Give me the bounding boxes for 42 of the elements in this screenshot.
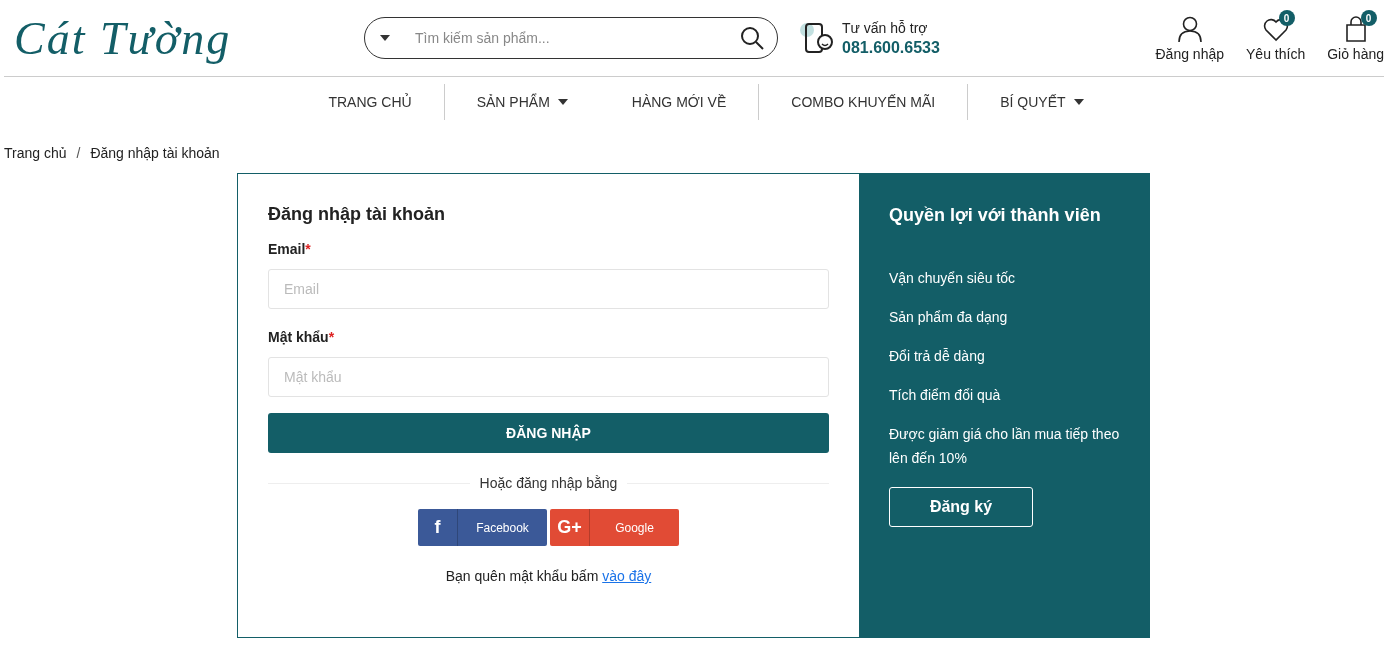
- benefit-item: Vận chuyển siêu tốc: [889, 269, 1017, 288]
- nav-item[interactable]: TRANG CHỦ: [296, 84, 445, 120]
- forgot-password-text: Bạn quên mật khẩu bấm vào đây: [444, 568, 653, 584]
- logo[interactable]: Cát Tường: [4, 11, 354, 65]
- nav-item[interactable]: BÍ QUYẾT: [968, 84, 1116, 120]
- user-icon: [1177, 16, 1202, 42]
- nav-item[interactable]: SẢN PHẨM: [444, 84, 600, 120]
- input-field[interactable]: Email: [268, 269, 829, 309]
- benefit-item: Tích điểm đổi quà: [889, 386, 1002, 405]
- reset-link[interactable]: vào đây: [602, 568, 652, 584]
- count-badge: 0: [1360, 10, 1377, 26]
- search-field[interactable]: Tìm kiếm sản phẩm...: [364, 17, 778, 59]
- count-badge: 0: [1278, 10, 1295, 26]
- benefit-item: Sản phẩm đa dạng: [889, 308, 1009, 327]
- breadcrumb-item: Đăng nhập tài khoản: [90, 145, 220, 163]
- required-mark: *: [328, 329, 335, 345]
- nav-item[interactable]: COMBO KHUYẾN MÃI: [759, 84, 969, 120]
- breadcrumb-item[interactable]: Trang chủ: [4, 145, 67, 163]
- nav-item[interactable]: HÀNG MỚI VỀ: [599, 84, 760, 120]
- field-label: Mật khẩu: [268, 329, 329, 345]
- bag-icon: [1344, 16, 1367, 42]
- support-label: Tư vấn hỗ trợ: [842, 19, 929, 36]
- support-phone[interactable]: 081.600.6533: [842, 38, 940, 57]
- register-button[interactable]: Đăng ký: [889, 487, 1033, 527]
- benefit-item: Được giảm giá cho lần mua tiếp theo lên đến 10%: [889, 425, 1120, 468]
- social-login-button[interactable]: G+ Google: [550, 509, 679, 546]
- search-icon[interactable]: [740, 26, 764, 50]
- phone-support-icon: [798, 21, 834, 55]
- login-title: Đăng nhập tài khoản: [268, 204, 446, 225]
- login-button[interactable]: ĐĂNG NHẬP: [268, 413, 829, 453]
- field-label: Email: [268, 241, 306, 257]
- social-login-button[interactable]: f Facebook: [418, 509, 547, 546]
- benefits-title: Quyền lợi với thành viên: [889, 205, 1102, 226]
- caret-icon: [380, 35, 390, 41]
- header-action[interactable]: Đăng nhập: [1155, 14, 1224, 62]
- input-field[interactable]: Mật khẩu: [268, 357, 829, 397]
- required-mark: *: [305, 241, 311, 257]
- benefit-item: Đổi trả dễ dàng: [889, 347, 986, 366]
- breadcrumb-separator: /: [76, 145, 81, 163]
- caret-icon: [1073, 99, 1084, 105]
- caret-icon: [557, 99, 568, 105]
- divider-text: Hoặc đăng nhập bằng: [479, 475, 618, 491]
